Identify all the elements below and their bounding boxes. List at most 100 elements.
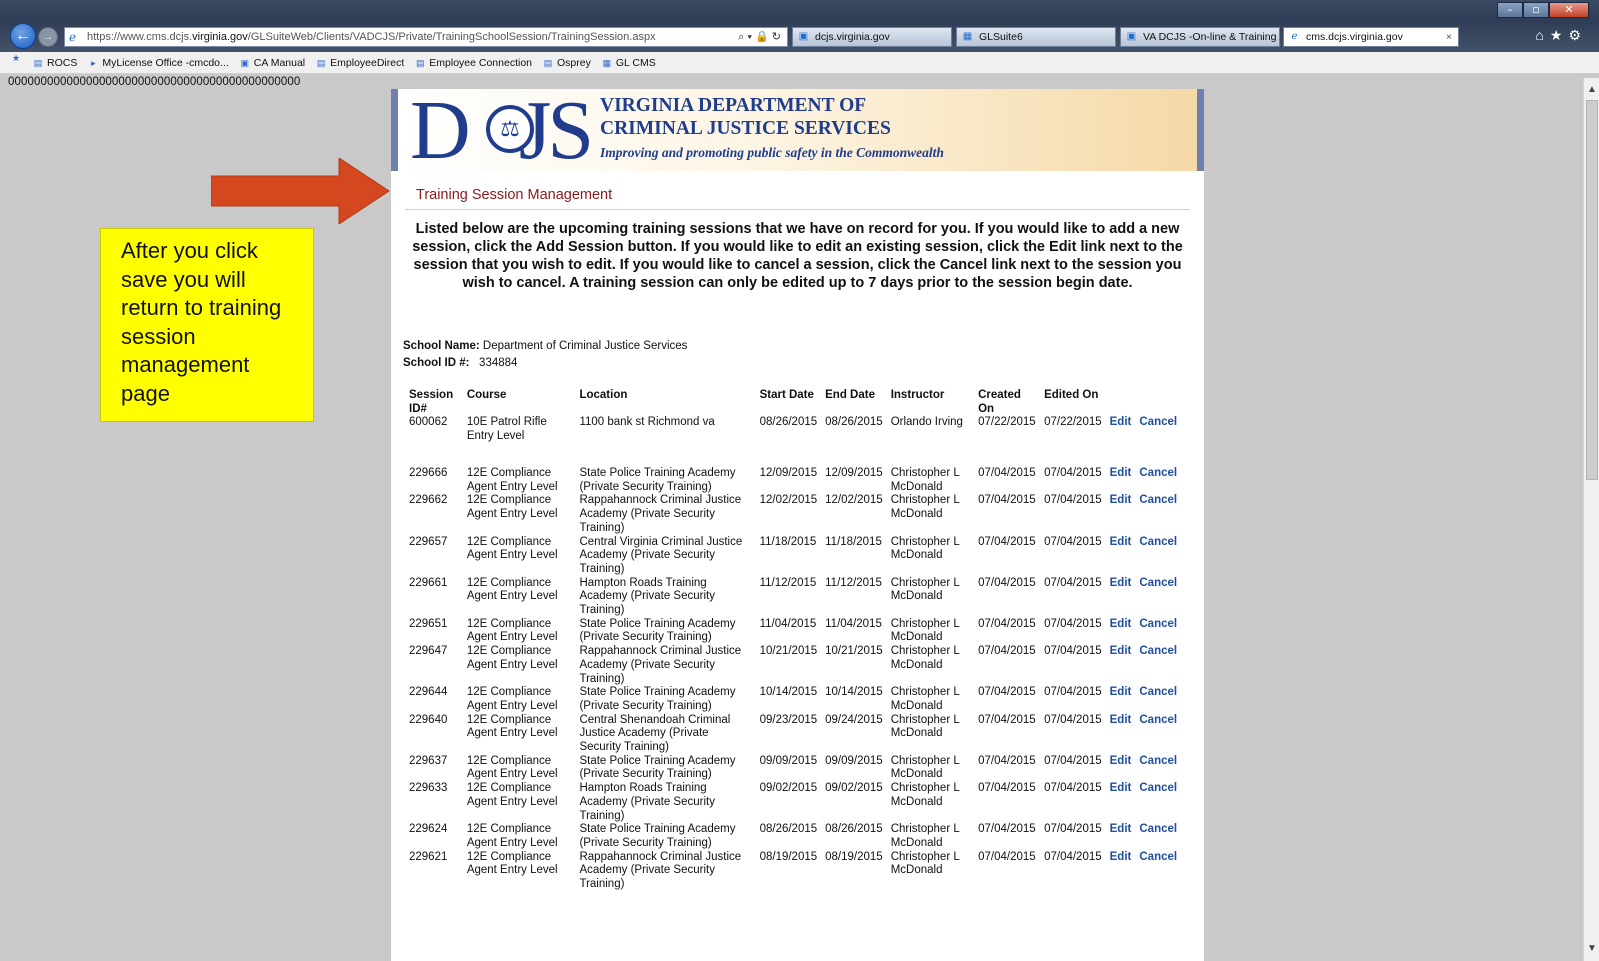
scroll-up-icon[interactable]: ▲ [1584, 82, 1599, 98]
close-window-button[interactable]: ✕ [1549, 2, 1589, 18]
cancel-link[interactable]: Cancel [1139, 416, 1177, 428]
favorite-rocs[interactable]: ▤ ROCS [32, 52, 78, 73]
url-prefix: https://www.cms.dcjs. [87, 31, 193, 43]
home-icon[interactable]: ⌂ [1535, 27, 1549, 43]
cell-end-date: 09/24/2015 [825, 713, 883, 726]
cell-edited-on: 07/04/2015 [1044, 686, 1102, 699]
table-row: 229661 12E Compliance Agent Entry Level Ha… [405, 577, 1195, 618]
table-row: 229651 12E Compliance Agent Entry Level St… [405, 618, 1195, 645]
cell-location: State Police Training Academy (Private S… [579, 754, 736, 781]
cancel-link[interactable]: Cancel [1139, 714, 1177, 726]
add-favorites-icon[interactable]: ★ [10, 52, 22, 64]
edit-link[interactable]: Edit [1110, 755, 1132, 767]
cell-edited-on: 07/04/2015 [1044, 576, 1102, 589]
annotation-callout: After you click save you will return to … [100, 228, 314, 422]
page-icon: ▸ [91, 57, 96, 68]
cancel-link[interactable]: Cancel [1139, 536, 1177, 548]
agency-name-line2: CRIMINAL JUSTICE SERVICES [600, 118, 891, 139]
tab-label: cms.dcjs.virginia.gov [1306, 31, 1403, 43]
header-banner: DCJS ⚖ VIRGINIA DEPARTMENT OF CRIMINAL J… [391, 89, 1204, 173]
cancel-link[interactable]: Cancel [1139, 645, 1177, 657]
cell-start-date: 08/19/2015 [759, 850, 818, 863]
agency-tagline: Improving and promoting public safety in… [600, 145, 944, 160]
edit-link[interactable]: Edit [1110, 645, 1132, 657]
cell-course: 12E Compliance Agent Entry Level [466, 823, 558, 849]
edit-link[interactable]: Edit [1110, 714, 1132, 726]
edit-link[interactable]: Edit [1110, 416, 1132, 428]
cell-course: 12E Compliance Agent Entry Level [466, 782, 558, 808]
cell-instructor: Christopher L McDonald [890, 535, 960, 562]
tab-va-dcjs-training[interactable]: ▣ VA DCJS -On-line & Training A... [1120, 27, 1280, 47]
tab-glsuite[interactable]: ▦ GLSuite6 [956, 27, 1116, 47]
minimize-button[interactable]: – [1497, 2, 1523, 18]
cell-session-id: 600062 [409, 416, 448, 428]
cell-created-on: 07/04/2015 [978, 467, 1036, 479]
header-course: Course [466, 389, 507, 401]
cell-start-date: 09/23/2015 [759, 713, 818, 726]
edit-link[interactable]: Edit [1110, 686, 1132, 698]
page-icon: ▦ [602, 57, 612, 68]
cell-start-date: 10/21/2015 [759, 645, 818, 658]
cell-location: 1100 bank st Richmond va [579, 416, 715, 428]
favorite-employee-directory[interactable]: ▤ EmployeeDirect [315, 52, 404, 73]
tab-cms-active[interactable]: ℯ cms.dcjs.virginia.gov × [1283, 27, 1459, 47]
cancel-link[interactable]: Cancel [1139, 467, 1177, 479]
edit-link[interactable]: Edit [1110, 782, 1132, 794]
cell-start-date: 11/12/2015 [759, 576, 817, 589]
cancel-link[interactable]: Cancel [1139, 494, 1177, 506]
cell-created-on: 07/04/2015 [978, 713, 1036, 726]
cell-created-on: 07/04/2015 [978, 686, 1036, 699]
cancel-link[interactable]: Cancel [1139, 782, 1177, 794]
gear-icon[interactable]: ⚙ [1568, 27, 1587, 43]
site-icon: ▣ [1126, 31, 1137, 42]
header-created-on: Created On [978, 389, 1021, 415]
url-host: virginia.gov [192, 31, 248, 43]
school-id: School ID #: 334884 [403, 357, 517, 369]
back-arrow-icon[interactable]: ← [10, 23, 36, 49]
cancel-link[interactable]: Cancel [1139, 755, 1177, 767]
favorite-mylicense[interactable]: ▸ MyLicense Office -cmcdo... [87, 52, 229, 73]
tab-dcjs[interactable]: ▣ dcjs.virginia.gov [792, 27, 952, 47]
edit-link[interactable]: Edit [1110, 618, 1132, 630]
forward-arrow-icon[interactable]: → [38, 27, 58, 47]
address-bar[interactable]: ℯ https://www.cms.dcjs.virginia.gov/GLSu… [64, 27, 788, 47]
cancel-link[interactable]: Cancel [1139, 686, 1177, 698]
address-tools-icons[interactable]: ⌕ ▾ 🔒 ↻ [738, 28, 781, 46]
cell-end-date: 10/21/2015 [825, 645, 883, 658]
cell-session-id: 229621 [409, 850, 448, 863]
vertical-scrollbar[interactable]: ▲ ▼ [1583, 78, 1599, 961]
cell-start-date: 09/02/2015 [759, 782, 818, 795]
favorite-employee-connection[interactable]: ▤ Employee Connection [414, 52, 532, 73]
cell-location: Central Virginia Criminal Justice Academ… [579, 535, 743, 575]
favorite-gl-cms[interactable]: ▦ GL CMS [601, 52, 656, 73]
page-icon: ▤ [33, 57, 43, 68]
star-icon[interactable]: ★ [1550, 27, 1569, 43]
maximize-button[interactable]: ▫ [1523, 2, 1549, 18]
close-tab-icon[interactable]: × [1446, 28, 1452, 46]
cell-instructor: Christopher L McDonald [890, 823, 960, 849]
edit-link[interactable]: Edit [1110, 823, 1132, 835]
scroll-down-icon[interactable]: ▼ [1584, 941, 1599, 957]
cancel-link[interactable]: Cancel [1139, 577, 1177, 589]
edit-link[interactable]: Edit [1110, 577, 1132, 589]
scroll-thumb[interactable] [1586, 100, 1598, 480]
cancel-link[interactable]: Cancel [1139, 851, 1177, 863]
edit-link[interactable]: Edit [1110, 851, 1132, 863]
cell-session-id: 229657 [409, 535, 448, 548]
cell-instructor: Christopher L McDonald [890, 686, 960, 712]
tab-label: GLSuite6 [979, 31, 1023, 43]
cell-created-on: 07/04/2015 [978, 850, 1036, 863]
edit-link[interactable]: Edit [1110, 494, 1132, 506]
cancel-link[interactable]: Cancel [1139, 618, 1177, 630]
internet-explorer-icon: ℯ [1291, 31, 1298, 42]
table-row: 229644 12E Compliance Agent Entry Level St… [405, 686, 1195, 713]
cancel-link[interactable]: Cancel [1139, 823, 1177, 835]
favorite-osprey[interactable]: ▤ Osprey [542, 52, 591, 73]
cell-end-date: 12/09/2015 [825, 467, 883, 479]
cell-start-date: 12/02/2015 [759, 494, 818, 507]
edit-link[interactable]: Edit [1110, 536, 1132, 548]
favorite-ca-manual[interactable]: ▣ CA Manual [239, 52, 306, 73]
edit-link[interactable]: Edit [1110, 467, 1132, 479]
cell-start-date: 12/09/2015 [759, 467, 818, 479]
header-session-id: Session ID# [409, 389, 454, 415]
